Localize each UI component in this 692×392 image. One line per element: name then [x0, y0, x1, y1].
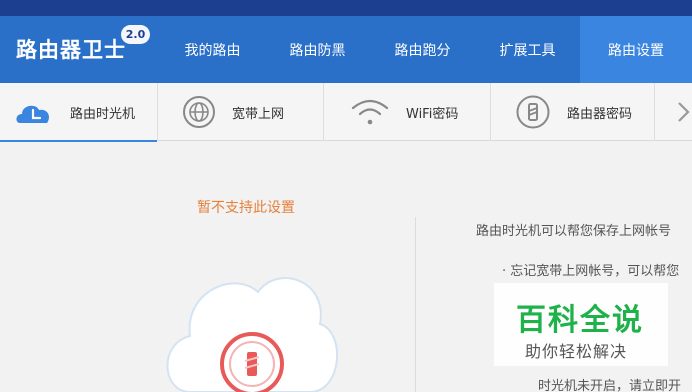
watermark-subtitle: 助你轻松解决: [525, 342, 628, 361]
watermark: 百科全说 助你轻松解决: [494, 283, 668, 366]
title-strip: [0, 0, 692, 16]
tab-broadband[interactable]: 宽带上网: [158, 83, 324, 141]
tab-label: 路由器密码: [567, 106, 633, 122]
tab-label: 路由时光机: [70, 106, 136, 122]
nav-router-benchmark[interactable]: 路由跑分: [370, 16, 475, 83]
wifi-icon: [350, 97, 390, 127]
nav-router-settings[interactable]: 路由设置: [580, 16, 692, 83]
vertical-divider: [415, 217, 416, 392]
tab-router-password[interactable]: 路由器密码: [491, 83, 655, 141]
nav-my-router[interactable]: 我的路由: [160, 16, 265, 83]
nav-router-antihack[interactable]: 路由防黑: [265, 16, 370, 83]
main-nav: 我的路由 路由防黑 路由跑分 扩展工具 路由设置: [160, 16, 692, 83]
info-line-2: · 忘记宽带上网帐号，可以帮您: [502, 264, 680, 279]
info-line-1: 路由时光机可以帮您保存上网帐号: [476, 224, 672, 239]
tab-label: 宽带上网: [232, 106, 285, 122]
settings-tabs: 路由时光机 宽带上网 WiFi密码 路由器密码: [0, 83, 692, 142]
chevron-right-icon[interactable]: [677, 100, 691, 124]
cloud-lock-icon: [160, 244, 340, 392]
clock-icon: [14, 97, 54, 127]
watermark-title: 百科全说: [516, 303, 644, 338]
tab-time-machine[interactable]: 路由时光机: [0, 83, 158, 142]
unsupported-notice: 暂不支持此设置: [197, 200, 295, 216]
top-header: 路由器卫士 2.0 我的路由 路由防黑 路由跑分 扩展工具 路由设置: [0, 0, 692, 83]
globe-icon: [182, 95, 216, 129]
version-badge: 2.0: [121, 25, 150, 44]
tab-label: WiFi密码: [406, 106, 459, 122]
app-title: 路由器卫士: [16, 38, 126, 62]
tab-wifi-password[interactable]: WiFi密码: [324, 83, 491, 141]
nav-extension-tools[interactable]: 扩展工具: [475, 16, 580, 83]
info-line-3: 时光机未开启，请立即开: [538, 379, 682, 392]
tab-more[interactable]: [655, 83, 692, 141]
lock-icon: [515, 94, 551, 130]
